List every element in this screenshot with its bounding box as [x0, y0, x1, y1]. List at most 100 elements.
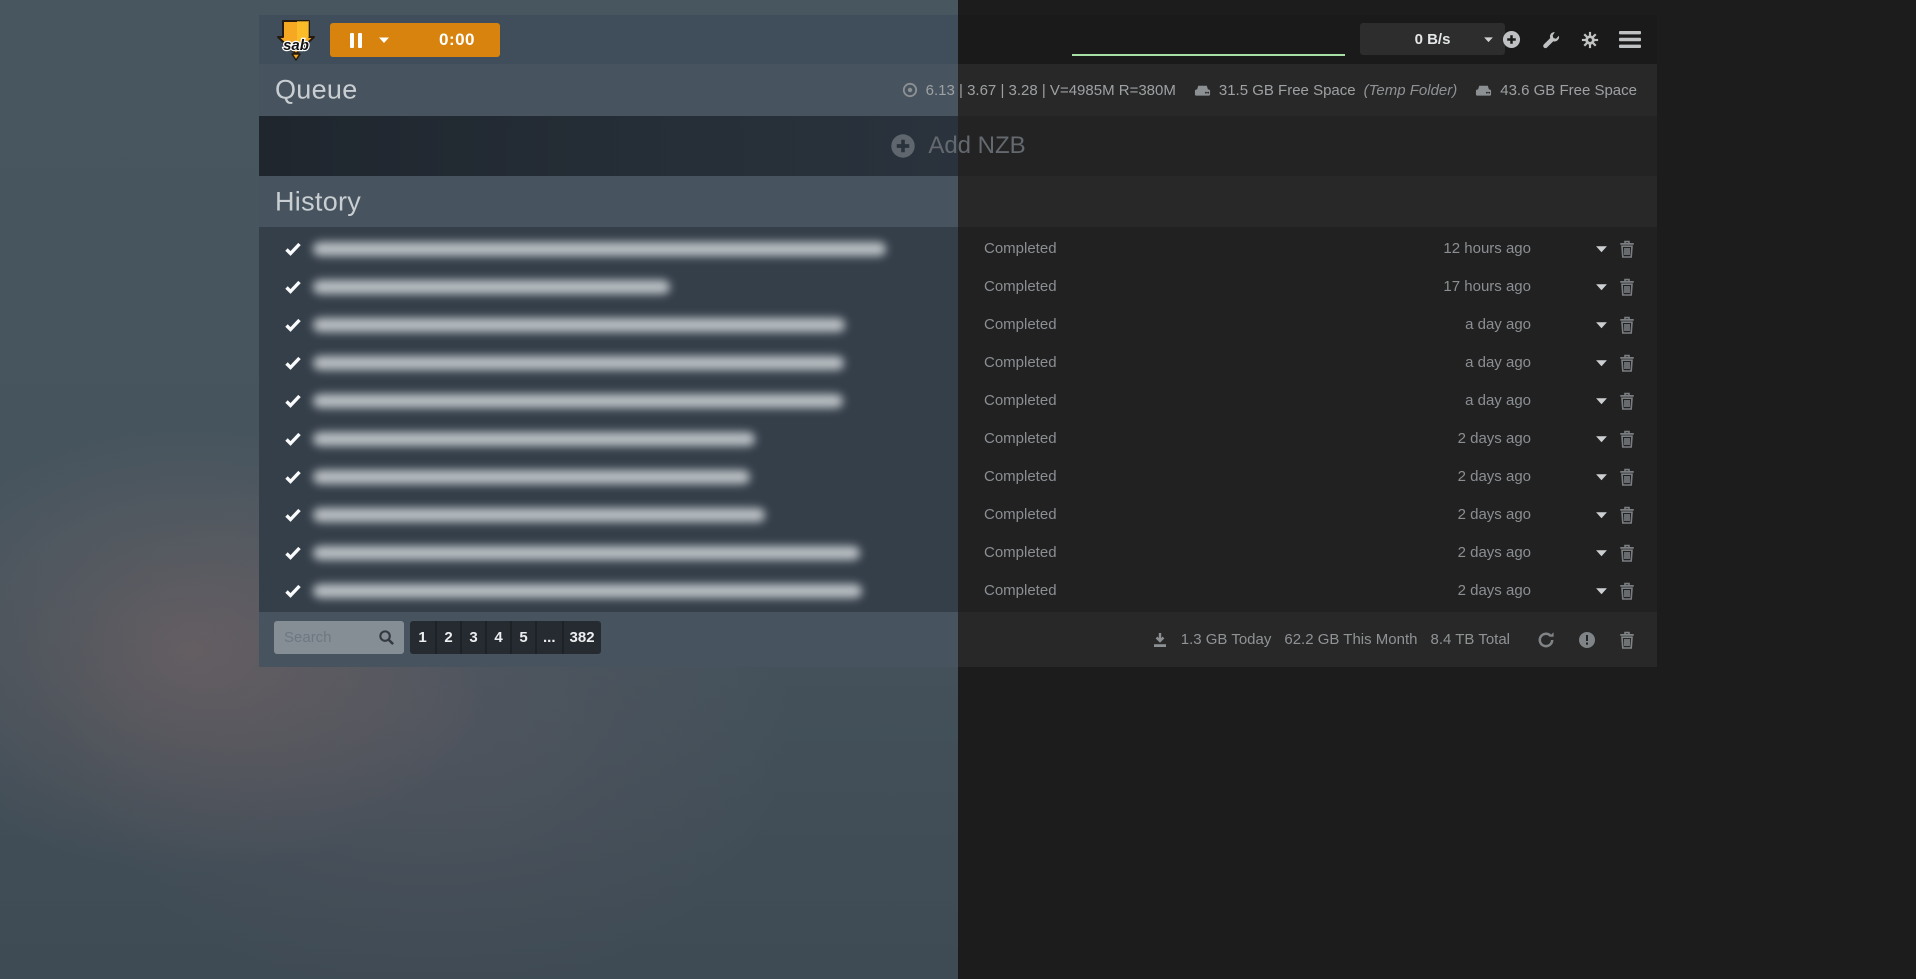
queue-stats: 6.13 | 3.67 | 3.28 | V=4985M R=380M 31.5… — [902, 64, 1637, 116]
history-row[interactable]: Completed a day ago — [259, 306, 1657, 344]
history-footer: 12345...382 1.3 GB Today 62.2 GB This Mo… — [259, 612, 1657, 667]
queue-section-header: Queue 6.13 | 3.67 | 3.28 | V=4985M R=380… — [259, 64, 1657, 116]
age-label: a day ago — [1331, 382, 1531, 420]
menu-icon[interactable] — [1617, 29, 1643, 50]
history-title: History — [275, 186, 361, 217]
status-label: Completed — [984, 420, 1057, 458]
history-row[interactable]: Completed 2 days ago — [259, 496, 1657, 534]
temp-folder-label: (Temp Folder) — [1364, 82, 1458, 99]
page-button-5[interactable]: 5 — [510, 621, 535, 654]
redacted-item-name — [313, 546, 860, 560]
server-stats: 6.13 | 3.67 | 3.28 | V=4985M R=380M — [902, 82, 1176, 99]
row-caret-button[interactable] — [1595, 587, 1608, 596]
disk-free-space: 43.6 GB Free Space — [1475, 82, 1637, 99]
status-label: Completed — [984, 344, 1057, 382]
plus-circle-icon — [890, 133, 916, 159]
history-row[interactable]: Completed a day ago — [259, 344, 1657, 382]
page-ellipsis[interactable]: ... — [535, 621, 562, 654]
row-caret-button[interactable] — [1595, 397, 1608, 406]
history-totals: 1.3 GB Today 62.2 GB This Month 8.4 TB T… — [1152, 612, 1637, 667]
age-label: a day ago — [1331, 344, 1531, 382]
redacted-item-name — [313, 584, 862, 598]
search-input[interactable] — [274, 629, 376, 646]
page-button-2[interactable]: 2 — [435, 621, 460, 654]
row-delete-button[interactable] — [1619, 468, 1635, 486]
top-navbar: sab 0:00 0 B/s — [259, 15, 1657, 64]
row-delete-button[interactable] — [1619, 506, 1635, 524]
row-caret-button[interactable] — [1595, 359, 1608, 368]
check-icon — [285, 242, 301, 256]
search-icon[interactable] — [378, 629, 395, 646]
redacted-item-name — [313, 280, 670, 294]
history-row[interactable]: Completed 2 days ago — [259, 458, 1657, 496]
gear-icon[interactable] — [1579, 29, 1601, 51]
age-label: 2 days ago — [1331, 496, 1531, 534]
hdd-icon — [1475, 83, 1492, 97]
redacted-item-name — [313, 242, 886, 256]
queue-filter-input[interactable] — [1072, 27, 1345, 56]
queue-title: Queue — [275, 75, 358, 106]
page-button-3[interactable]: 3 — [460, 621, 485, 654]
redacted-item-name — [313, 356, 844, 370]
add-nzb-button[interactable]: Add NZB — [259, 116, 1657, 176]
server-stats-text: 6.13 | 3.67 | 3.28 | V=4985M R=380M — [926, 82, 1176, 99]
age-label: a day ago — [1331, 306, 1531, 344]
row-delete-button[interactable] — [1619, 354, 1635, 372]
history-row[interactable]: Completed 12 hours ago — [259, 230, 1657, 268]
history-search-box — [274, 621, 404, 654]
check-icon — [285, 356, 301, 370]
status-label: Completed — [984, 496, 1057, 534]
warning-icon[interactable] — [1576, 629, 1598, 651]
add-nzb-label: Add NZB — [928, 132, 1025, 160]
row-delete-button[interactable] — [1619, 430, 1635, 448]
pause-icon — [350, 33, 362, 48]
history-row[interactable]: Completed a day ago — [259, 382, 1657, 420]
history-row[interactable]: Completed 2 days ago — [259, 534, 1657, 572]
history-row[interactable]: Completed 17 hours ago — [259, 268, 1657, 306]
check-icon — [285, 508, 301, 522]
speed-value: 0 B/s — [1415, 31, 1451, 48]
logo-text: sab — [283, 37, 309, 54]
row-delete-button[interactable] — [1619, 544, 1635, 562]
page-button-382[interactable]: 382 — [562, 621, 601, 654]
caret-down-icon — [378, 36, 390, 44]
check-icon — [285, 470, 301, 484]
redacted-item-name — [313, 432, 755, 446]
redacted-item-name — [313, 508, 765, 522]
check-icon — [285, 432, 301, 446]
pagination: 12345...382 — [410, 621, 601, 654]
row-delete-button[interactable] — [1619, 278, 1635, 296]
row-caret-button[interactable] — [1595, 435, 1608, 444]
history-row[interactable]: Completed 2 days ago — [259, 420, 1657, 458]
total-all: 8.4 TB Total — [1431, 631, 1511, 648]
row-delete-button[interactable] — [1619, 240, 1635, 258]
pause-button[interactable]: 0:00 — [330, 23, 500, 57]
status-label: Completed — [984, 268, 1057, 306]
check-icon — [285, 318, 301, 332]
row-caret-button[interactable] — [1595, 549, 1608, 558]
row-caret-button[interactable] — [1595, 473, 1608, 482]
age-label: 2 days ago — [1331, 534, 1531, 572]
page-button-1[interactable]: 1 — [410, 621, 435, 654]
age-label: 2 days ago — [1331, 572, 1531, 610]
row-delete-button[interactable] — [1619, 392, 1635, 410]
total-today: 1.3 GB Today — [1181, 631, 1272, 648]
wrench-icon[interactable] — [1539, 28, 1563, 52]
redacted-item-name — [313, 318, 845, 332]
refresh-icon[interactable] — [1535, 629, 1557, 651]
page-button-4[interactable]: 4 — [485, 621, 510, 654]
age-label: 17 hours ago — [1331, 268, 1531, 306]
row-caret-button[interactable] — [1595, 511, 1608, 520]
row-caret-button[interactable] — [1595, 283, 1608, 292]
row-caret-button[interactable] — [1595, 321, 1608, 330]
sabnzbd-logo[interactable]: sab — [277, 19, 315, 61]
row-delete-button[interactable] — [1619, 582, 1635, 600]
row-delete-button[interactable] — [1619, 316, 1635, 334]
row-caret-button[interactable] — [1595, 245, 1608, 254]
check-icon — [285, 280, 301, 294]
history-row[interactable]: Completed 2 days ago — [259, 572, 1657, 610]
add-nzb-icon[interactable] — [1500, 28, 1523, 51]
redacted-item-name — [313, 470, 750, 484]
trash-icon[interactable] — [1617, 629, 1637, 651]
speed-dropdown-button[interactable]: 0 B/s — [1360, 23, 1505, 55]
